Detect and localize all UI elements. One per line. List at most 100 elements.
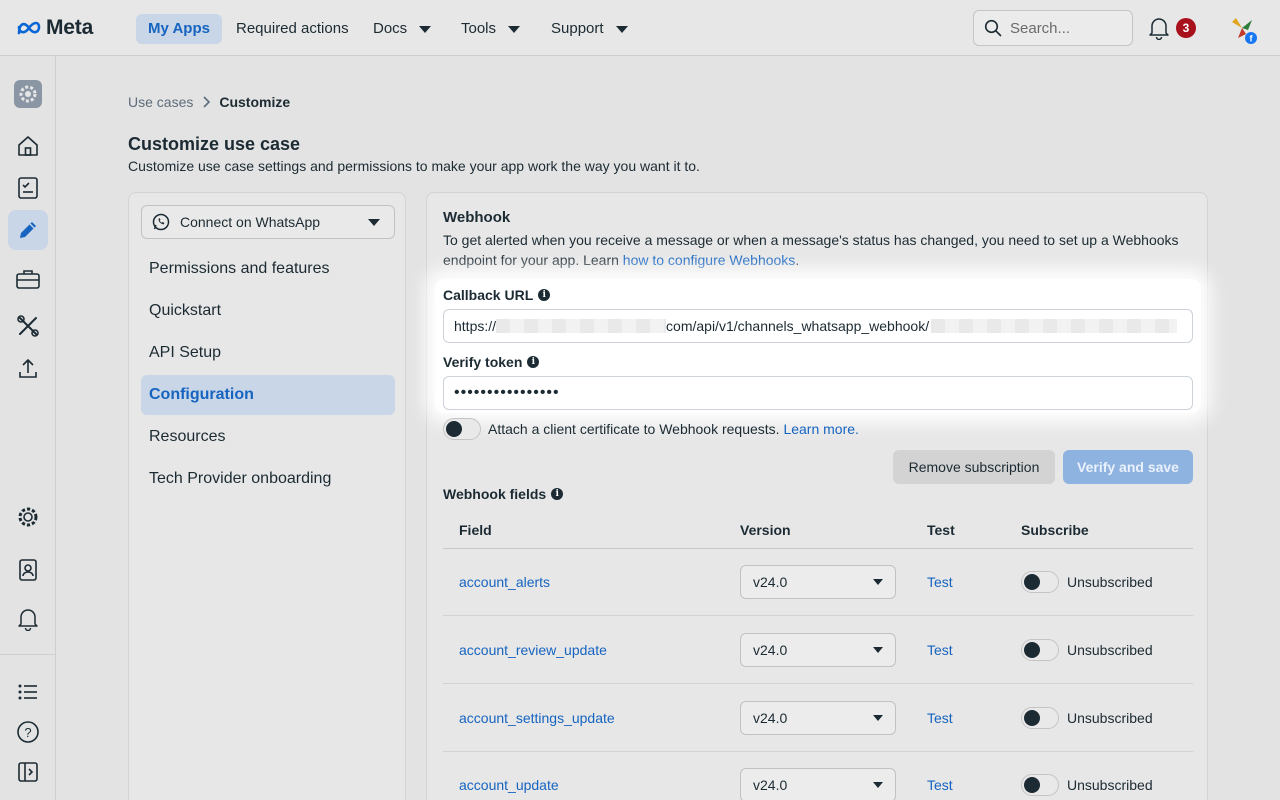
rail-review-button[interactable] xyxy=(8,168,48,208)
version-select-value: v24.0 xyxy=(753,642,788,658)
field-link-account-alerts[interactable]: account_alerts xyxy=(459,574,550,590)
test-link[interactable]: Test xyxy=(927,710,953,726)
help-icon: ? xyxy=(17,721,39,743)
toggle-knob xyxy=(1024,574,1040,590)
nav-my-apps-label: My Apps xyxy=(148,20,210,37)
version-select-value: v24.0 xyxy=(753,777,788,793)
info-icon[interactable]: i xyxy=(527,356,540,368)
verify-token-input[interactable]: •••••••••••••••• xyxy=(443,376,1193,410)
learn-more-link[interactable]: Learn more. xyxy=(783,421,858,437)
version-select[interactable]: v24.0 xyxy=(740,768,896,800)
rail-tools-button[interactable] xyxy=(8,306,48,346)
use-case-dropdown[interactable]: Connect on WhatsApp xyxy=(141,205,395,239)
subscription-status: Unsubscribed xyxy=(1067,710,1153,726)
chevron-down-icon xyxy=(508,25,521,33)
callback-url-input[interactable]: https:// com/api/v1/channels_whatsapp_we… xyxy=(443,309,1193,343)
breadcrumb-use-cases[interactable]: Use cases xyxy=(128,94,193,110)
verify-and-save-button[interactable]: Verify and save xyxy=(1063,450,1193,484)
nav-tools[interactable]: Tools xyxy=(449,14,532,44)
checklist-icon xyxy=(18,177,38,199)
redacted-path xyxy=(931,319,1178,333)
info-icon[interactable]: i xyxy=(538,289,551,301)
subscription-status: Unsubscribed xyxy=(1067,777,1153,793)
rail-app-icon-button[interactable] xyxy=(8,74,48,114)
briefcase-icon xyxy=(16,270,40,289)
subscription-status: Unsubscribed xyxy=(1067,574,1153,590)
subscription-status: Unsubscribed xyxy=(1067,642,1153,658)
info-icon[interactable]: i xyxy=(551,488,564,500)
rail-help-button[interactable]: ? xyxy=(8,712,48,752)
field-link-account-settings-update[interactable]: account_settings_update xyxy=(459,710,615,726)
sidebar-item-configuration[interactable]: Configuration xyxy=(141,375,395,415)
rail-roles-button[interactable] xyxy=(8,550,48,590)
nav-docs[interactable]: Docs xyxy=(361,14,443,44)
version-select[interactable]: v24.0 xyxy=(740,633,896,667)
rail-dashboard-button[interactable] xyxy=(8,126,48,166)
callback-url-label: Callback URL i xyxy=(443,287,551,303)
verify-token-label-text: Verify token xyxy=(443,354,523,370)
webhook-title: Webhook xyxy=(443,209,511,226)
nav-support-label: Support xyxy=(551,20,604,37)
search-input[interactable] xyxy=(1010,19,1120,37)
rail-alerts-button[interactable] xyxy=(8,599,48,639)
sidebar-item-api-setup[interactable]: API Setup xyxy=(141,333,395,373)
nav-required-actions-label: Required actions xyxy=(236,20,349,37)
whatsapp-icon xyxy=(152,213,170,231)
subscribe-toggle[interactable] xyxy=(1021,707,1059,729)
sidebar-item-resources[interactable]: Resources xyxy=(141,417,395,457)
configure-webhooks-link[interactable]: how to configure Webhooks xyxy=(623,252,796,268)
meta-logo[interactable]: Meta xyxy=(16,16,93,40)
toggle-knob xyxy=(1024,710,1040,726)
breadcrumb-current: Customize xyxy=(219,94,291,110)
webhook-fields-label-text: Webhook fields xyxy=(443,486,547,502)
rail-activity-log-button[interactable] xyxy=(8,672,48,712)
notifications-bell-icon[interactable] xyxy=(1148,16,1170,40)
test-link[interactable]: Test xyxy=(927,777,953,793)
webhook-description-text: To get alerted when you receive a messag… xyxy=(443,232,1179,268)
version-select-value: v24.0 xyxy=(753,710,788,726)
subscribe-toggle[interactable] xyxy=(1021,774,1059,796)
tools-icon xyxy=(17,315,39,337)
chevron-right-icon xyxy=(203,96,211,108)
search-box[interactable] xyxy=(973,10,1133,46)
client-certificate-toggle[interactable] xyxy=(443,418,481,440)
sidebar-item-permissions[interactable]: Permissions and features xyxy=(141,249,395,289)
column-header-subscribe: Subscribe xyxy=(1021,522,1089,538)
nav-my-apps[interactable]: My Apps xyxy=(136,14,222,44)
field-link-account-update[interactable]: account_update xyxy=(459,777,559,793)
rail-business-button[interactable] xyxy=(8,259,48,299)
version-select[interactable]: v24.0 xyxy=(740,565,896,599)
breadcrumb: Use cases Customize xyxy=(128,94,290,110)
sidebar-toggle-icon xyxy=(18,762,38,782)
test-link[interactable]: Test xyxy=(927,642,953,658)
remove-subscription-button[interactable]: Remove subscription xyxy=(893,450,1055,484)
rail-use-cases-button[interactable] xyxy=(8,210,48,250)
webhook-description-end: . xyxy=(795,252,800,268)
subscribe-toggle[interactable] xyxy=(1021,639,1059,661)
nav-required-actions[interactable]: Required actions xyxy=(224,14,361,44)
column-header-field: Field xyxy=(459,522,492,538)
app-avatar-icon[interactable]: f xyxy=(1228,14,1258,44)
rail-collapse-button[interactable] xyxy=(8,752,48,792)
chevron-down-icon xyxy=(873,715,883,721)
toggle-knob xyxy=(1024,777,1040,793)
row-divider xyxy=(443,751,1193,752)
sidebar-item-tech-provider[interactable]: Tech Provider onboarding xyxy=(141,459,395,499)
test-link[interactable]: Test xyxy=(927,574,953,590)
field-link-account-review-update[interactable]: account_review_update xyxy=(459,642,607,658)
subscribe-toggle[interactable] xyxy=(1021,571,1059,593)
version-select[interactable]: v24.0 xyxy=(740,701,896,735)
chevron-down-icon xyxy=(368,219,380,226)
rail-publish-button[interactable] xyxy=(8,348,48,388)
sidebar-item-quickstart[interactable]: Quickstart xyxy=(141,291,395,331)
nav-support[interactable]: Support xyxy=(539,14,640,44)
left-icon-rail: ? xyxy=(0,56,56,800)
rail-divider xyxy=(0,654,56,655)
upload-icon xyxy=(19,359,37,378)
chevron-down-icon xyxy=(873,579,883,585)
brand-name: Meta xyxy=(46,16,94,39)
toggle-knob xyxy=(446,421,462,437)
toggle-knob xyxy=(1024,642,1040,658)
rail-settings-button[interactable] xyxy=(8,497,48,537)
callback-url-scheme: https:// xyxy=(454,318,497,334)
